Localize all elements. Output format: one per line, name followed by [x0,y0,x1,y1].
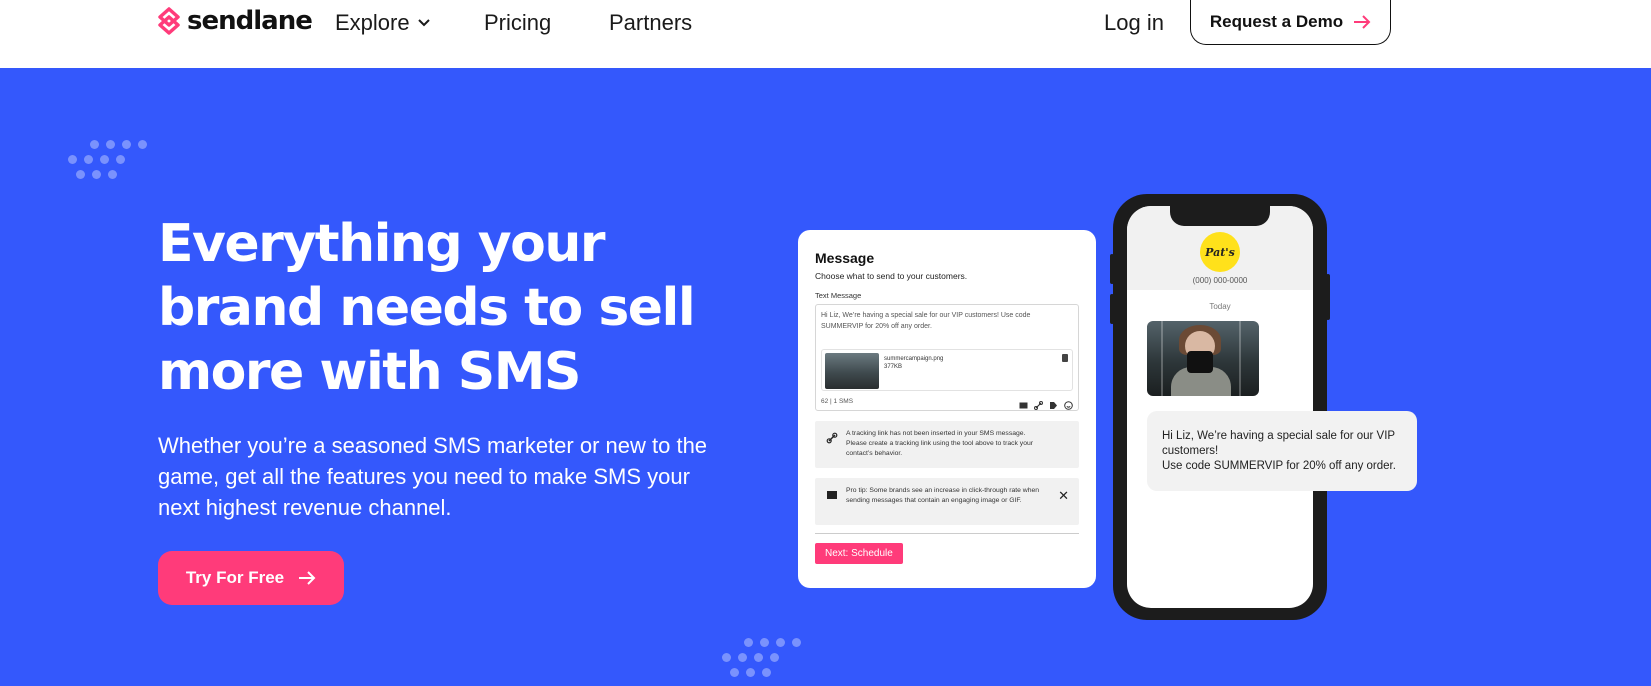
arrow-right-icon [299,571,316,585]
attachment-thumbnail [825,353,879,389]
hero-headline: Everything your brand needs to sell more… [158,214,696,402]
close-icon[interactable]: ✕ [1058,488,1069,504]
phone-notch [1170,206,1270,226]
pro-tip-notice: Pro tip: Some brands see an increase in … [815,478,1079,525]
request-demo-label: Request a Demo [1209,12,1344,31]
nav-explore-label: Explore [335,10,410,35]
next-schedule-button[interactable]: Next: Schedule [815,543,903,564]
tracking-link-notice: A tracking link has not been inserted in… [815,421,1079,468]
tag-icon[interactable] [1049,397,1058,409]
phone-screen: Pat's (000) 000-0000 Today [1127,206,1313,608]
try-for-free-button[interactable]: Try For Free [158,551,344,605]
message-textarea[interactable]: Hi Liz, We’re having a special sale for … [815,304,1079,411]
arrow-right-icon [1354,15,1371,29]
divider [815,533,1079,534]
composer-toolbar [1019,397,1073,410]
sms-bubble-line-2: Use code SUMMERVIP for 20% off any order… [1162,460,1396,472]
mms-photo [1147,321,1259,396]
sender-phone-number: (000) 000-0000 [1192,276,1248,285]
link-icon[interactable] [1034,397,1043,410]
logo-text: sendlane [187,6,313,36]
sms-bubble: Hi Liz, We’re having a special sale for … [1147,411,1417,491]
nav-pricing[interactable]: Pricing [484,10,551,36]
attachment-meta: summercampaign.png 377KB [884,355,943,371]
nav-partners[interactable]: Partners [609,10,692,36]
login-link[interactable]: Log in [1104,10,1164,36]
date-label: Today [1209,302,1231,311]
pro-tip-text: Pro tip: Some brands see an increase in … [846,487,1040,504]
emoji-icon[interactable] [1064,397,1073,410]
message-composer-card: Message Choose what to send to your cust… [798,230,1096,588]
hero-section: Everything your brand needs to sell more… [0,68,1651,686]
sms-bubble-line-1: Hi Liz, We’re having a special sale for … [1162,430,1395,457]
image-icon[interactable] [1019,397,1028,409]
trash-icon[interactable] [1062,354,1068,362]
text-message-label: Text Message [815,291,862,300]
attachment-filename: summercampaign.png [884,356,944,362]
card-subtitle: Choose what to send to your customers. [815,271,968,281]
sms-counter: 62 | 1 SMS [821,398,854,405]
image-attachment: summercampaign.png 377KB [821,349,1073,391]
sendlane-logo-icon [157,7,181,35]
nav-explore[interactable]: Explore [335,10,430,36]
tracking-notice-text: A tracking link has not been inserted in… [846,430,1034,457]
try-for-free-label: Try For Free [185,568,285,587]
chevron-down-icon [417,19,430,27]
attachment-size: 377KB [884,364,903,370]
request-demo-button[interactable]: Request a Demo [1190,0,1391,45]
hero-subtext: Whether you’re a seasoned SMS marketer o… [158,433,708,520]
image-icon [826,488,838,500]
message-text: Hi Liz, We’re having a special sale for … [821,312,1031,330]
link-icon [826,431,838,444]
phone-mockup: Pat's (000) 000-0000 Today [1110,194,1330,620]
top-navigation: sendlane Explore Pricing Partners Log in… [0,0,1651,68]
sendlane-logo[interactable]: sendlane [157,6,313,36]
brand-avatar: Pat's [1200,232,1240,272]
card-title: Message [815,250,875,266]
